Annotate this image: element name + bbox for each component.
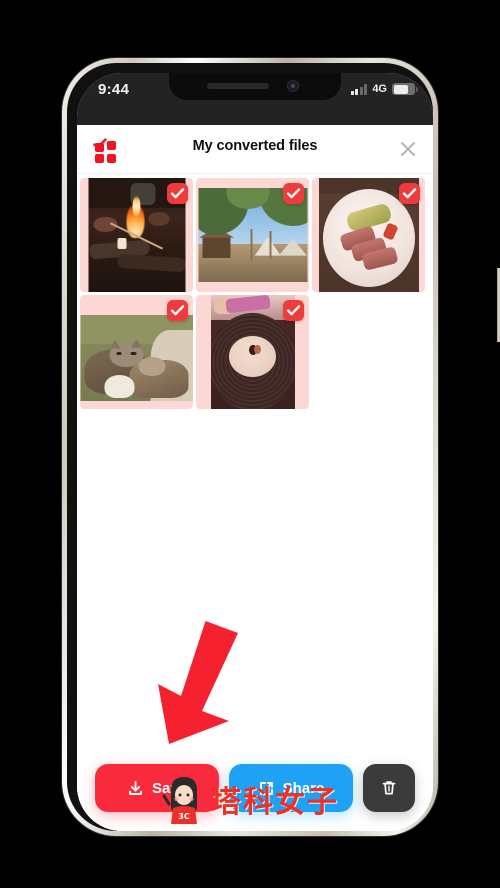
check-badge-icon[interactable] (399, 183, 420, 204)
check-badge-icon[interactable] (167, 183, 188, 204)
check-badge-icon[interactable] (283, 300, 304, 321)
phone-device-frame: 9:44 4G My converted files Save Share (62, 58, 500, 836)
mascot-badge-text: 3C (178, 812, 190, 821)
earpiece-speaker-icon (207, 83, 269, 89)
watermark-text: 塔科女子 (211, 785, 339, 820)
status-time: 9:44 (98, 81, 130, 98)
network-type-label: 4G (372, 83, 387, 95)
list-item[interactable] (196, 178, 309, 292)
check-badge-icon[interactable] (283, 183, 304, 204)
status-bar: 9:44 4G (77, 73, 433, 125)
watermark: 3C 塔科女子 (0, 772, 500, 826)
thumbnail-vinyl (210, 295, 295, 409)
converted-files-grid (77, 174, 433, 409)
battery-icon (392, 83, 418, 95)
list-item[interactable] (80, 295, 193, 409)
phone-bezel: 9:44 4G My converted files Save Share (67, 63, 433, 831)
thumbnail-cats (80, 315, 193, 401)
list-item[interactable] (80, 178, 193, 292)
app-viewport: My converted files Save Share (77, 125, 433, 831)
front-camera-icon (287, 80, 299, 92)
close-x-icon[interactable] (397, 138, 419, 160)
red-down-left-arrow-icon (158, 621, 238, 744)
list-item[interactable] (196, 295, 309, 409)
cellular-signal-icon (350, 83, 368, 95)
check-badge-icon[interactable] (167, 300, 188, 321)
list-item[interactable] (312, 178, 425, 292)
app-header: My converted files (77, 125, 433, 174)
status-indicators: 4G (350, 83, 418, 95)
device-notch (169, 73, 341, 100)
mascot-avatar-icon: 3C (162, 777, 197, 824)
page-title: My converted files (192, 138, 318, 154)
phone-screen: 9:44 4G My converted files Save Share (77, 73, 433, 831)
screenshot-root: 9:44 4G My converted files Save Share 3C… (0, 0, 500, 888)
